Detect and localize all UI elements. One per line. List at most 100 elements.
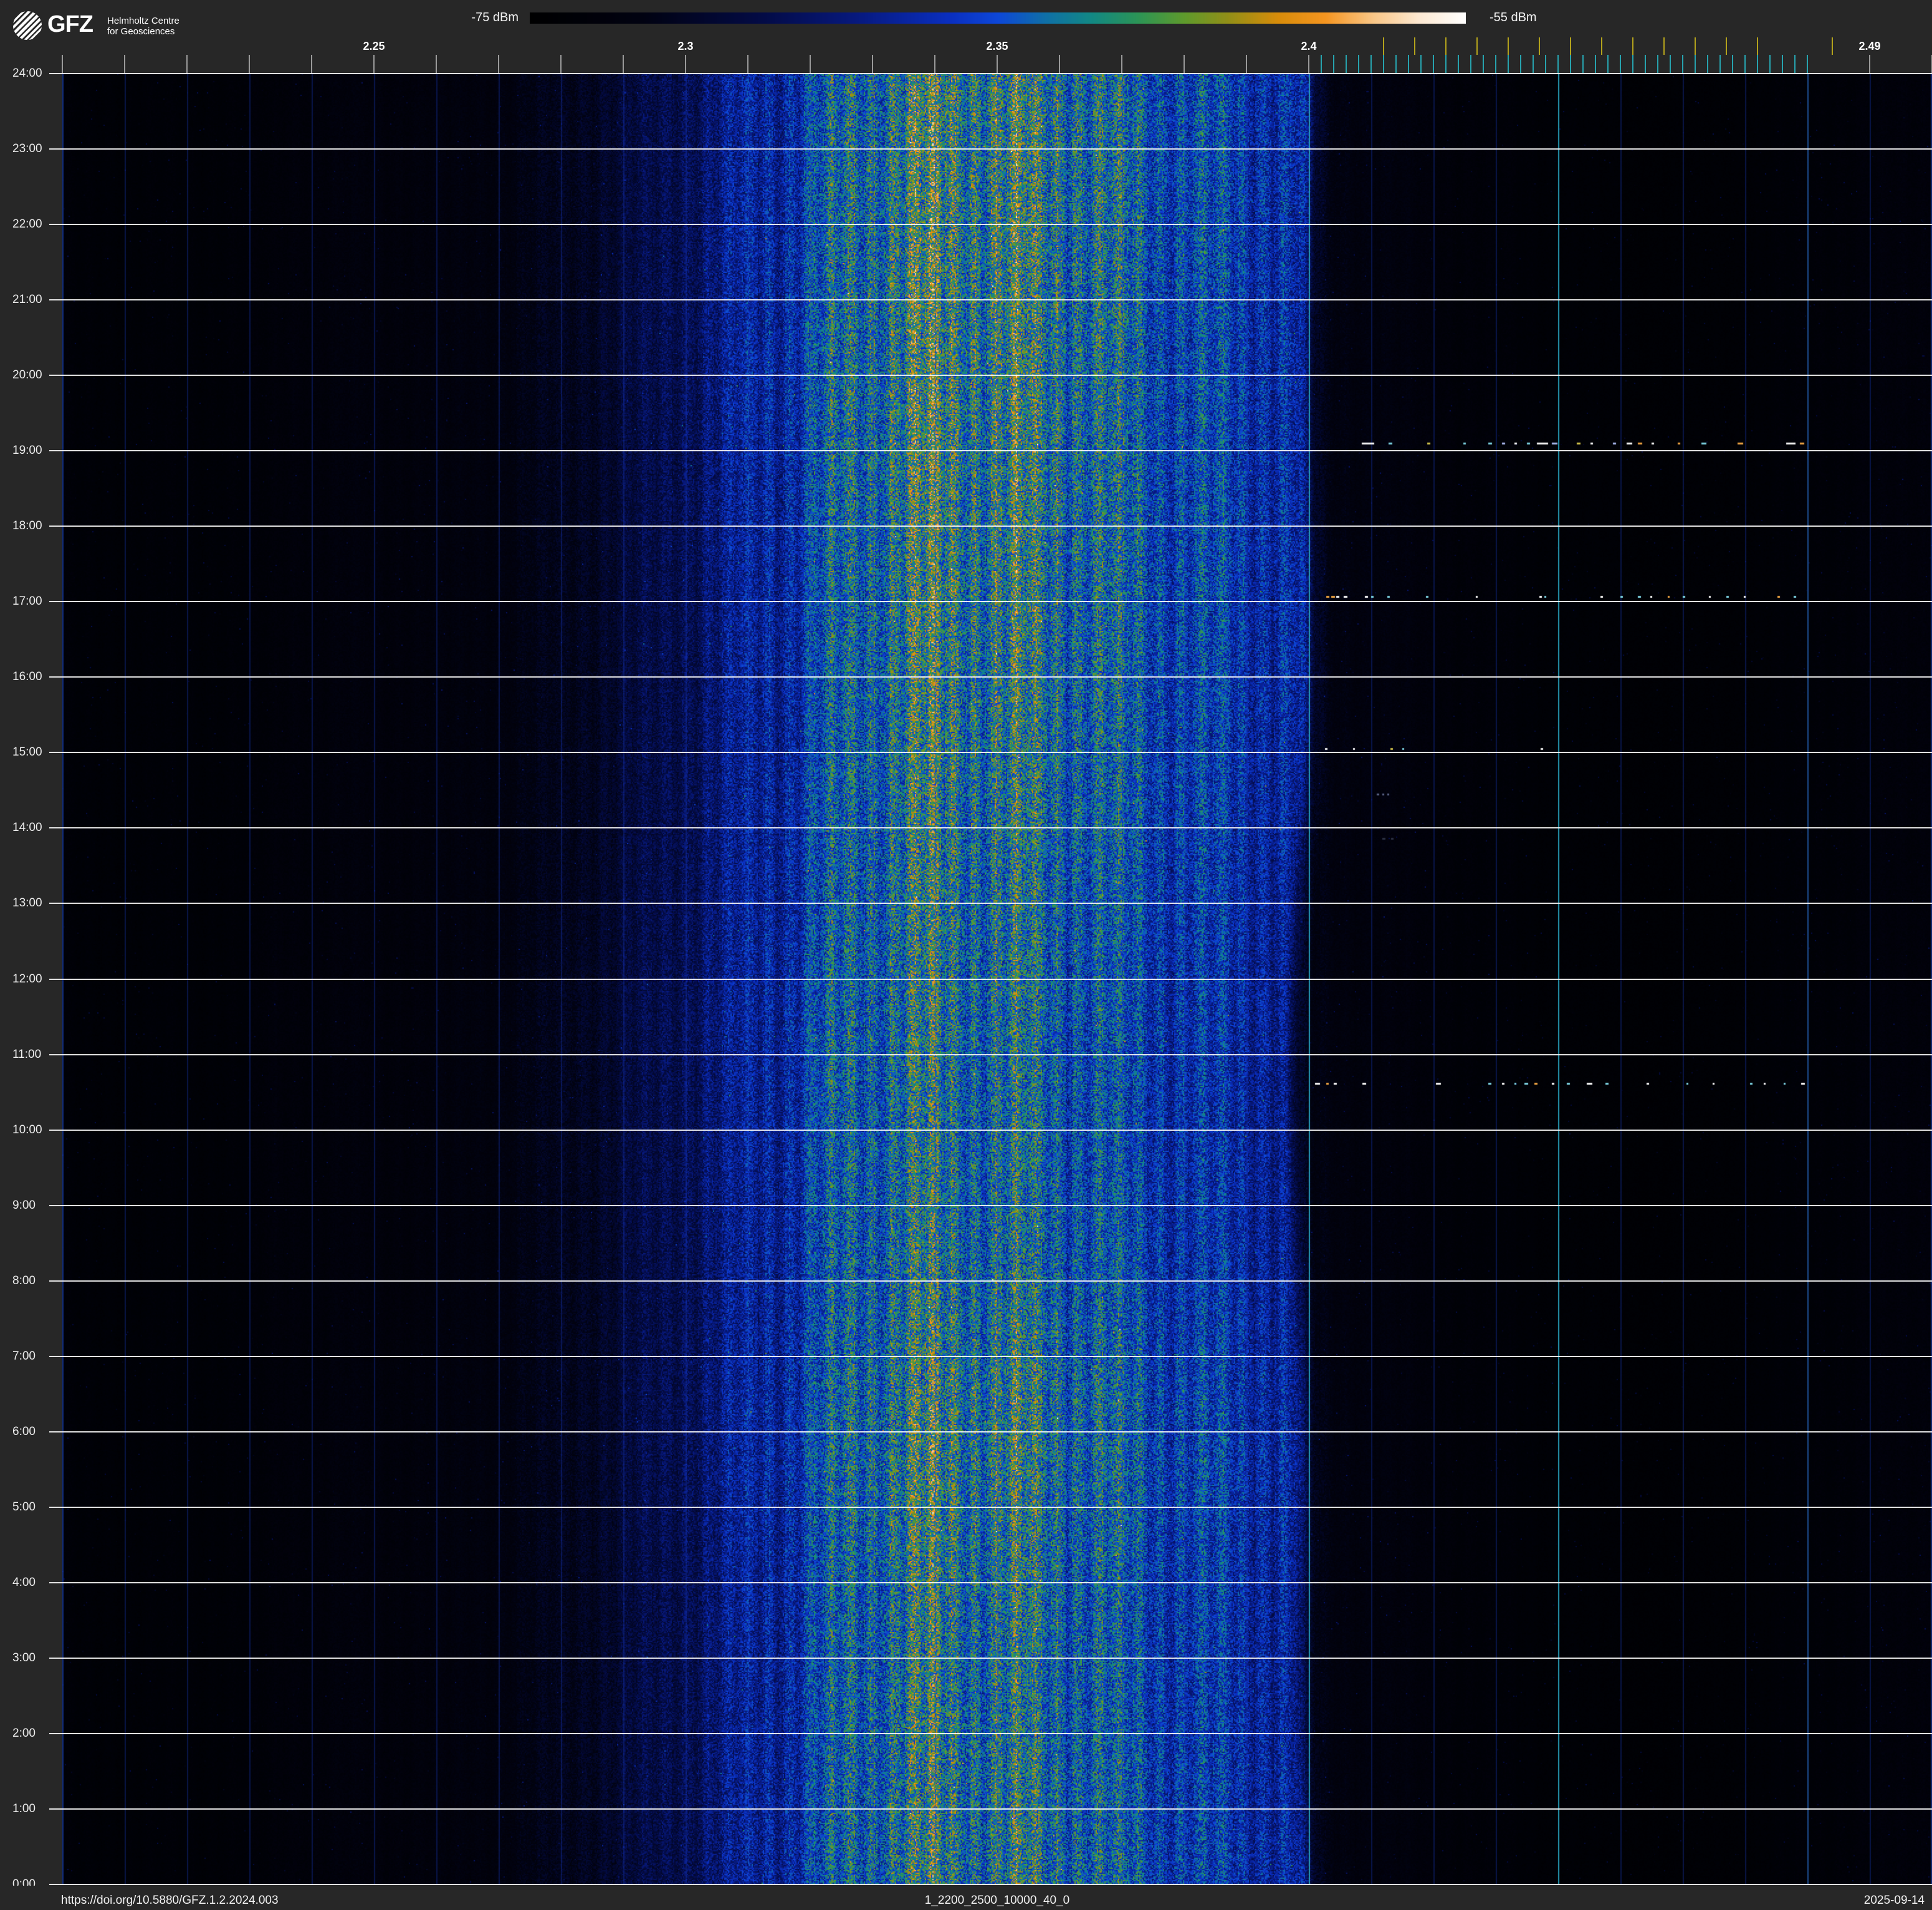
gfz-subtitle: Helmholtz Centre for Geosciences	[107, 16, 179, 37]
time-label: 13:00	[12, 896, 42, 910]
time-label: 5:00	[12, 1500, 36, 1514]
bluetooth-channel-tick	[1458, 55, 1459, 73]
gfz-subtitle-line2: for Geosciences	[107, 26, 175, 37]
bluetooth-channel-tick	[1695, 55, 1696, 73]
gfz-subtitle-line1: Helmholtz Centre	[107, 16, 179, 26]
wifi-channel-tick	[1414, 37, 1415, 55]
hour-gridline	[49, 1808, 1932, 1810]
bluetooth-channel-tick	[1508, 55, 1509, 73]
hour-gridline	[49, 1431, 1932, 1432]
freq-minor-tick	[1308, 55, 1309, 74]
bluetooth-channel-tick	[1321, 55, 1322, 73]
time-label: 3:00	[12, 1651, 36, 1664]
time-label: 21:00	[12, 293, 42, 307]
wifi-channel-tick	[1570, 37, 1571, 55]
freq-tick-label: 2.4	[1301, 40, 1317, 52]
bluetooth-channel-tick	[1782, 55, 1783, 73]
time-label: 17:00	[12, 595, 42, 608]
freq-minor-tick	[311, 55, 312, 74]
time-label: 14:00	[12, 821, 42, 835]
hour-gridline	[49, 1657, 1932, 1659]
freq-minor-tick	[124, 55, 125, 74]
freq-minor-tick	[1184, 55, 1185, 74]
time-label: 23:00	[12, 142, 42, 156]
bluetooth-channel-tick	[1370, 55, 1372, 73]
hour-gridline	[49, 1581, 1932, 1583]
hour-gridline	[49, 752, 1932, 754]
bluetooth-channel-tick	[1757, 55, 1758, 73]
time-label: 4:00	[12, 1575, 36, 1589]
bluetooth-channel-tick	[1383, 55, 1384, 73]
freq-minor-tick	[249, 55, 250, 74]
bluetooth-channel-tick	[1395, 55, 1397, 73]
hour-gridline	[49, 1732, 1932, 1734]
bluetooth-channel-tick	[1607, 55, 1609, 73]
bluetooth-channel-tick	[1769, 55, 1771, 73]
hour-gridline	[49, 450, 1932, 452]
time-label: 2:00	[12, 1726, 36, 1740]
time-label: 9:00	[12, 1198, 36, 1212]
time-label: 7:00	[12, 1349, 36, 1363]
freq-minor-tick	[872, 55, 873, 74]
bluetooth-channel-tick	[1632, 55, 1633, 73]
hour-gridline	[49, 827, 1932, 829]
wifi-channel-tick	[1476, 37, 1478, 55]
bluetooth-channel-tick	[1794, 55, 1796, 73]
colorbar-max-label: -55 dBm	[1490, 11, 1537, 24]
freq-minor-tick	[498, 55, 499, 74]
bluetooth-channel-tick	[1545, 55, 1546, 73]
freq-minor-tick	[747, 55, 748, 74]
bluetooth-channel-tick	[1495, 55, 1496, 73]
wifi-channel-tick	[1383, 37, 1384, 55]
freq-minor-tick	[436, 55, 437, 74]
hour-gridline	[49, 1884, 1932, 1885]
hour-gridline	[49, 1280, 1932, 1282]
freq-minor-tick	[373, 55, 375, 74]
freq-minor-tick	[1246, 55, 1247, 74]
bluetooth-channel-tick	[1470, 55, 1471, 73]
hour-gridline	[49, 73, 1932, 74]
bluetooth-channel-tick	[1682, 55, 1683, 73]
bluetooth-channel-tick	[1719, 55, 1721, 73]
freq-minor-tick	[934, 55, 935, 74]
hour-gridline	[49, 601, 1932, 603]
time-label: 11:00	[12, 1047, 42, 1061]
hour-gridline	[49, 375, 1932, 377]
bluetooth-channel-tick	[1657, 55, 1658, 73]
time-label: 12:00	[12, 972, 42, 986]
wifi-channel-tick	[1445, 37, 1447, 55]
time-label: 19:00	[12, 444, 42, 458]
bluetooth-channel-tick	[1670, 55, 1671, 73]
freq-minor-tick	[623, 55, 624, 74]
bluetooth-channel-tick	[1807, 55, 1808, 73]
bluetooth-channel-tick	[1707, 55, 1708, 73]
freq-minor-tick	[560, 55, 562, 74]
time-label: 20:00	[12, 368, 42, 382]
hour-gridline	[49, 903, 1932, 905]
bluetooth-channel-tick	[1433, 55, 1434, 73]
gfz-logo-icon	[12, 11, 42, 41]
time-label: 24:00	[12, 67, 42, 80]
hour-gridline	[49, 1053, 1932, 1055]
footer-bar: https://doi.org/10.5880/GFZ.1.2.2024.003…	[0, 1886, 1932, 1910]
freq-minor-tick	[997, 55, 998, 74]
bluetooth-channel-tick	[1408, 55, 1409, 73]
bluetooth-channel-tick	[1533, 55, 1534, 73]
time-label: 15:00	[12, 746, 42, 759]
bluetooth-channel-tick	[1595, 55, 1596, 73]
hour-gridline	[49, 525, 1932, 527]
bluetooth-channel-tick	[1483, 55, 1484, 73]
freq-minor-tick	[810, 55, 811, 74]
bluetooth-channel-tick	[1582, 55, 1584, 73]
hour-gridline	[49, 676, 1932, 678]
dataset-id: 1_2200_2500_10000_40_0	[924, 1894, 1070, 1907]
hour-gridline	[49, 1506, 1932, 1508]
hour-gridline	[49, 1129, 1932, 1131]
time-label: 10:00	[12, 1123, 42, 1136]
wifi-channel-tick	[1539, 37, 1540, 55]
bluetooth-channel-tick	[1420, 55, 1422, 73]
hour-gridline	[49, 299, 1932, 301]
bluetooth-channel-tick	[1732, 55, 1733, 73]
bluetooth-channel-tick	[1570, 55, 1571, 73]
freq-minor-tick	[1059, 55, 1060, 74]
